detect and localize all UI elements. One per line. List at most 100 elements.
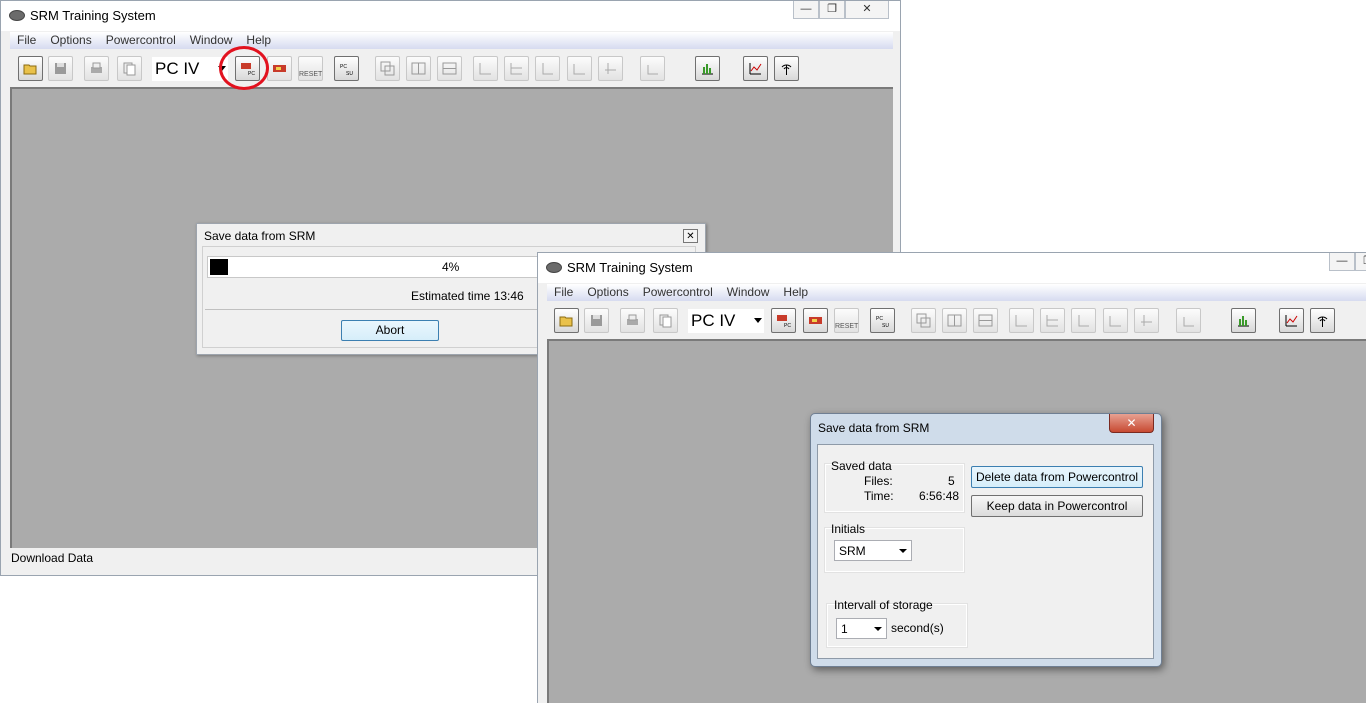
files-label: Files: [864,474,893,488]
bar-chart-icon [1238,316,1249,327]
powercontrol-model-select[interactable]: PC IV [688,309,764,333]
menu-bar: File Options Powercontrol Window Help [547,284,1366,301]
floppy-disk-icon [591,315,602,326]
tile-horizontal-button[interactable] [437,56,462,81]
interval-label: Intervall of storage [834,598,933,612]
close-icon[interactable]: ✕ [683,229,698,243]
menu-file[interactable]: File [547,284,580,301]
tile-vertical-button[interactable] [406,56,431,81]
axis-grid-icon [510,63,522,75]
graph-view-6-button[interactable] [640,56,665,81]
title-bar[interactable]: SRM Training System — ❐ ✕ [1,1,900,31]
window-title: SRM Training System [567,260,693,275]
close-button[interactable]: ✕ [845,1,889,19]
transmit-button[interactable] [1310,308,1335,333]
menu-powercontrol[interactable]: Powercontrol [99,32,183,49]
menu-window[interactable]: Window [720,284,777,301]
keep-data-button[interactable]: Keep data in Powercontrol [971,495,1143,517]
download-to-pc-button[interactable]: PC [771,308,796,333]
toolbar: PC IV PC RESET PC SU [10,51,893,87]
menu-options[interactable]: Options [580,284,635,301]
progress-percent-label: 4% [442,260,460,274]
saved-data-label: Saved data [831,459,892,473]
graph-view-2-button[interactable] [1040,308,1065,333]
reset-button[interactable]: RESET [834,308,859,333]
svg-text:PC: PC [340,64,347,70]
antenna-icon [781,64,792,75]
copy-button[interactable] [117,56,142,81]
initials-value: SRM [839,544,866,558]
axis-icon [1078,315,1089,327]
graph-view-6-button[interactable] [1176,308,1201,333]
copy-pages-icon [659,314,672,328]
menu-help[interactable]: Help [776,284,815,301]
interval-select[interactable]: 1 [836,618,887,639]
analysis-button[interactable] [743,56,768,81]
analysis-button[interactable] [1279,308,1304,333]
restore-button[interactable]: ❐ [819,1,845,19]
axis-icon [647,65,658,75]
copy-pages-icon [123,62,136,76]
minimize-button[interactable]: — [793,1,819,19]
axis-cross-icon [1141,315,1152,326]
printer-icon [627,314,638,325]
close-button[interactable]: ✕ [1109,414,1154,433]
abort-button[interactable]: Abort [341,320,439,341]
antenna-icon [1317,316,1328,327]
print-button[interactable] [84,56,109,81]
printer-icon [91,62,102,73]
time-value: 6:56:48 [919,489,960,503]
graph-view-4-button[interactable] [567,56,592,81]
initials-select[interactable]: SRM [834,540,912,561]
graph-view-3-button[interactable] [535,56,560,81]
interval-unit-label: second(s) [891,621,944,635]
folder-icon [23,64,37,75]
save-button[interactable] [48,56,73,81]
save-button[interactable] [584,308,609,333]
transmit-button[interactable] [774,56,799,81]
powercontrol-settings-button[interactable] [267,56,292,81]
reset-label: RESET [299,71,323,78]
cascade-icon [380,61,395,76]
powercontrol-model-select[interactable]: PC IV [152,57,228,81]
tile-horizontal-button[interactable] [973,308,998,333]
graph-view-5-button[interactable] [598,56,623,81]
powercontrol-settings-button[interactable] [803,308,828,333]
menu-window[interactable]: Window [183,32,240,49]
graph-view-5-button[interactable] [1134,308,1159,333]
graph-view-1-button[interactable] [473,56,498,81]
pc-to-su-button[interactable]: PC SU [870,308,895,333]
bar-chart-button[interactable] [695,56,720,81]
copy-button[interactable] [653,308,678,333]
menu-options[interactable]: Options [43,32,98,49]
menu-file[interactable]: File [10,32,43,49]
minimize-button[interactable]: — [1329,253,1355,271]
print-button[interactable] [620,308,645,333]
cascade-windows-button[interactable] [911,308,936,333]
tile-vertical-icon [411,62,426,75]
open-folder-button[interactable] [554,308,579,333]
pc-to-su-button[interactable]: PC SU [334,56,359,81]
interval-value: 1 [841,622,848,636]
chevron-down-icon [874,627,882,631]
cascade-windows-button[interactable] [375,56,400,81]
floppy-disk-icon [55,63,66,74]
title-bar[interactable]: SRM Training System — ❐ [538,253,1366,283]
axis-grid-icon [1046,315,1058,327]
open-folder-button[interactable] [18,56,43,81]
menu-powercontrol[interactable]: Powercontrol [636,284,720,301]
estimated-time-text: Estimated time 13:46 [411,289,524,303]
axis-cross-icon [605,63,616,74]
window-title: SRM Training System [30,8,156,23]
restore-button[interactable]: ❐ [1355,253,1366,271]
graph-view-2-button[interactable] [504,56,529,81]
reset-button[interactable]: RESET [298,56,323,81]
graph-view-3-button[interactable] [1071,308,1096,333]
bar-chart-button[interactable] [1231,308,1256,333]
delete-data-button[interactable]: Delete data from Powercontrol [971,466,1143,488]
files-value: 5 [948,474,955,488]
graph-view-1-button[interactable] [1009,308,1034,333]
graph-view-4-button[interactable] [1103,308,1128,333]
tile-vertical-button[interactable] [942,308,967,333]
axis-icon [1109,316,1121,327]
